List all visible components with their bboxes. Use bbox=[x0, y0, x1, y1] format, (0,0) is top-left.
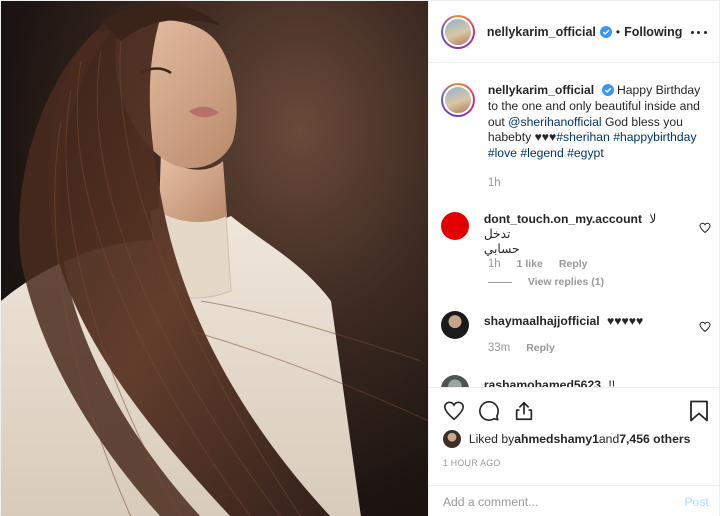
hashtag-sherihan[interactable]: #sherihan bbox=[556, 130, 610, 144]
hashtag-love[interactable]: #love bbox=[488, 146, 517, 160]
verified-badge-icon bbox=[599, 25, 612, 38]
commenter-avatar[interactable] bbox=[440, 212, 469, 240]
comment-meta: 33m Reply bbox=[488, 342, 555, 354]
like-heart-icon[interactable] bbox=[443, 400, 465, 422]
reply-button[interactable]: Reply bbox=[526, 342, 555, 354]
comments-list[interactable]: nellykarim_official Happy Birthday to th… bbox=[429, 63, 720, 387]
post-comment-button[interactable]: Post bbox=[684, 495, 708, 509]
like-comment-heart-icon[interactable] bbox=[699, 321, 711, 333]
comment-item: dont_touch.on_my.account لا تدخل حسابي bbox=[440, 212, 711, 257]
comment-text: !! bbox=[608, 378, 616, 387]
caption-avatar[interactable] bbox=[440, 83, 475, 117]
portrait-image bbox=[1, 4, 428, 516]
author-avatar[interactable] bbox=[440, 14, 475, 49]
post-timestamp[interactable]: 1 HOUR AGO bbox=[443, 458, 501, 468]
comment-username[interactable]: rashamohamed5623 bbox=[484, 378, 601, 387]
liked-by-prefix: Liked by bbox=[468, 432, 515, 446]
caption-username[interactable]: nellykarim_official bbox=[488, 83, 594, 97]
caption: nellykarim_official Happy Birthday to th… bbox=[440, 83, 711, 192]
comment-item: shaymaalhajjofficial ♥♥♥♥♥ bbox=[440, 311, 711, 339]
header-separator: • bbox=[615, 24, 621, 39]
action-bar bbox=[443, 400, 535, 422]
view-replies-button[interactable]: View replies (1) bbox=[487, 276, 605, 288]
hashtag-legend[interactable]: #legend bbox=[520, 146, 563, 160]
liked-by: Liked by ahmedshamy1 and 7,456 others bbox=[442, 430, 690, 448]
share-icon[interactable] bbox=[513, 400, 535, 422]
hashtag-happybirthday[interactable]: #happybirthday bbox=[613, 130, 696, 144]
comment-text: لا bbox=[649, 212, 657, 226]
comment-item: rashamohamed5623 !! bbox=[440, 375, 711, 387]
comment-meta: 1h 1 like Reply bbox=[488, 258, 588, 270]
liked-by-count[interactable]: 7,456 others bbox=[619, 432, 690, 446]
like-comment-heart-icon[interactable] bbox=[699, 222, 711, 234]
comment-text: ♥♥♥♥♥ bbox=[607, 314, 644, 328]
commenter-avatar[interactable] bbox=[440, 375, 469, 387]
add-comment-bar: Post bbox=[428, 485, 720, 516]
caption-mention[interactable]: @sherihanofficial bbox=[508, 115, 601, 129]
caption-time[interactable]: 1h bbox=[488, 176, 711, 192]
post-actions-section: Liked by ahmedshamy1 and 7,456 others 1 … bbox=[428, 387, 720, 516]
instagram-post: nellykarim_official • Following nellykar… bbox=[0, 0, 720, 516]
view-replies-label: View replies (1) bbox=[527, 276, 605, 288]
hashtag-egypt[interactable]: #egypt bbox=[567, 146, 604, 160]
comment-likes[interactable]: 1 like bbox=[517, 258, 543, 270]
comment-text-line2: تدخل حسابي bbox=[483, 227, 520, 256]
liker-avatar[interactable] bbox=[442, 430, 461, 448]
comment-bubble-icon[interactable] bbox=[478, 400, 500, 422]
post-photo[interactable] bbox=[1, 1, 428, 516]
liked-by-and: and bbox=[598, 432, 620, 446]
more-options-icon[interactable] bbox=[690, 25, 707, 39]
verified-badge-icon bbox=[601, 84, 614, 96]
liked-by-user[interactable]: ahmedshamy1 bbox=[514, 432, 599, 446]
following-button[interactable]: Following bbox=[624, 25, 682, 39]
post-header: nellykarim_official • Following bbox=[428, 1, 720, 63]
comment-username[interactable]: shaymaalhajjofficial bbox=[484, 314, 600, 328]
reply-button[interactable]: Reply bbox=[559, 258, 588, 270]
author-username[interactable]: nellykarim_official bbox=[487, 25, 596, 39]
comment-time[interactable]: 1h bbox=[488, 258, 501, 270]
post-side-panel: nellykarim_official • Following nellykar… bbox=[427, 1, 720, 516]
save-bookmark-icon[interactable] bbox=[689, 400, 709, 422]
comment-input[interactable] bbox=[442, 492, 663, 512]
comment-time[interactable]: 33m bbox=[488, 342, 510, 354]
commenter-avatar[interactable] bbox=[440, 311, 469, 339]
comment-username[interactable]: dont_touch.on_my.account bbox=[484, 212, 642, 226]
